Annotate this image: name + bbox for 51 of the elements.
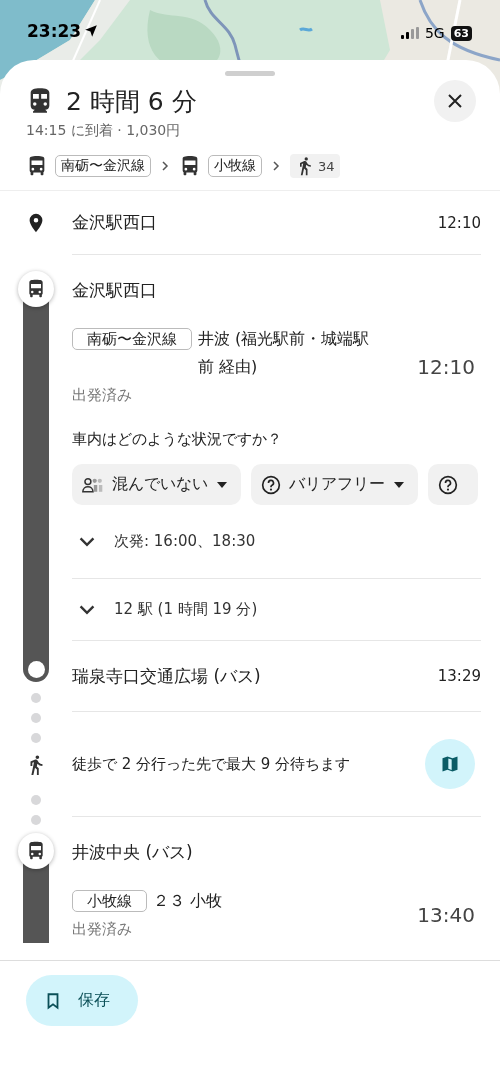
departure-time: 13:40 — [417, 903, 475, 927]
save-button[interactable]: 保存 — [26, 975, 138, 1026]
line-tag: 南砺〜金沢線 — [72, 328, 192, 350]
path-dot — [31, 733, 41, 743]
headsign-text: 井波 (福光駅前・城端駅前 経由) — [198, 328, 371, 378]
stop-name: 金沢駅西口 — [72, 211, 157, 234]
stop-name: 井波中央 (バス) — [72, 840, 193, 864]
clock-time: 23:23 — [27, 21, 82, 41]
walk-minutes: 34 — [318, 158, 335, 174]
route-duration: 2 時間 6 分 — [66, 85, 197, 118]
close-icon — [446, 92, 464, 110]
expand-row[interactable]: 次発: 16:00、18:30 — [72, 505, 481, 579]
arrival-fare: 14:15 に到着 · 1,030円 — [25, 122, 182, 140]
map-button[interactable] — [425, 739, 475, 789]
feedback-chip[interactable]: バリアフリー — [251, 464, 418, 505]
walk-instruction: 徒歩で 2 分行った先で最大 9 分待ちます — [72, 754, 351, 774]
people-icon — [82, 475, 104, 494]
chevron-icon — [272, 161, 280, 171]
help-icon — [438, 474, 458, 495]
location-arrow-icon — [84, 24, 99, 38]
stop-time: 13:29 — [437, 667, 481, 685]
line-tag: 小牧線 — [208, 155, 262, 177]
path-dot — [31, 693, 41, 703]
dropdown-icon — [393, 480, 405, 489]
dropdown-icon — [216, 480, 228, 489]
crowd-question: 車内はどのような状況ですか？ — [72, 430, 283, 449]
close-button[interactable] — [434, 80, 476, 122]
line-tag: 小牧線 — [72, 890, 147, 912]
departure-status: 出発済み — [72, 385, 133, 406]
path-dot — [31, 713, 41, 723]
help-icon — [261, 474, 281, 495]
map-icon — [440, 754, 460, 774]
drag-handle[interactable] — [225, 71, 275, 76]
network-label: 5G — [424, 25, 445, 41]
bus-icon — [26, 279, 46, 299]
headsign-text: ２３ 小牧 — [153, 890, 223, 912]
signal-icon — [400, 27, 419, 39]
line-tag: 南砺〜金沢線 — [55, 155, 151, 177]
feedback-chip[interactable] — [428, 464, 478, 505]
departure-status: 出発済み — [72, 919, 133, 940]
expand-row[interactable]: 12 駅 (1 時間 19 分) — [72, 579, 481, 641]
chevron-icon — [161, 161, 169, 171]
bus-icon — [26, 841, 46, 861]
departure-time: 12:10 — [417, 355, 475, 379]
stop-dot — [27, 661, 45, 678]
stop-name: 瑞泉寺口交通広場 (バス) — [72, 664, 261, 688]
path-dot — [31, 815, 41, 825]
stop-time: 12:10 — [437, 213, 481, 232]
stop-name: 金沢駅西口 — [72, 278, 157, 302]
feedback-chip[interactable]: 混んでいない — [72, 464, 241, 505]
path-dot — [31, 795, 41, 805]
